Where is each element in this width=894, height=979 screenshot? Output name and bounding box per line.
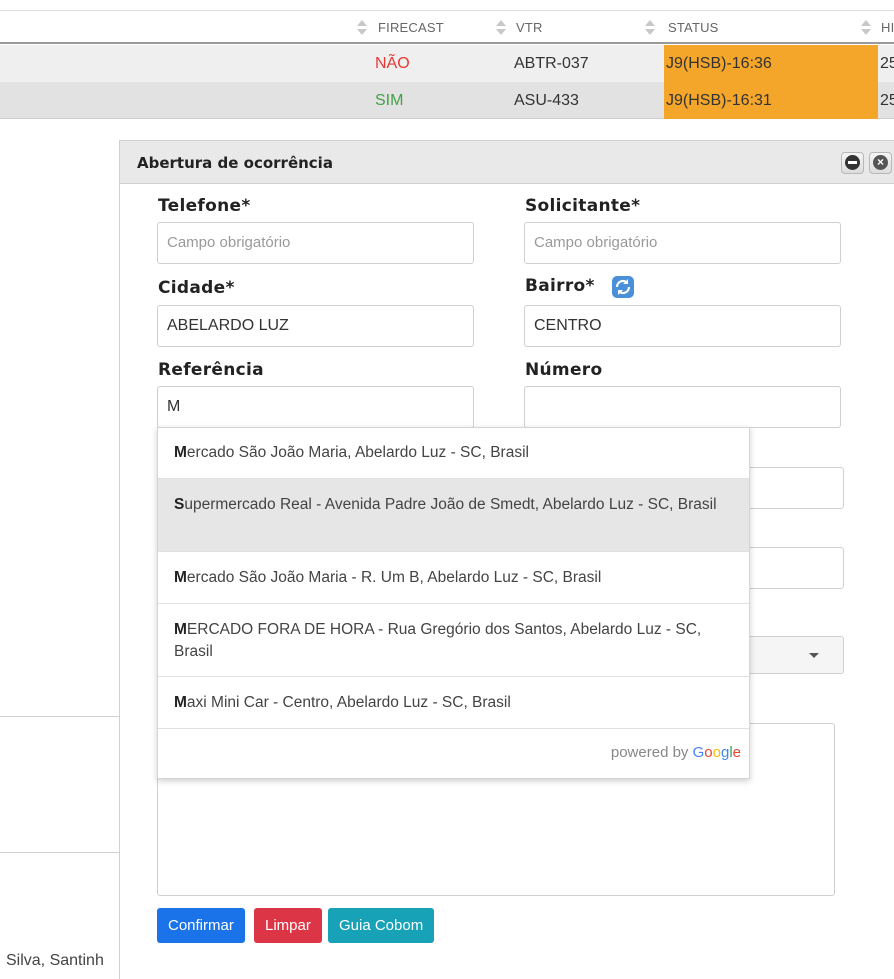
hi-cell: 25 [880,55,894,72]
vtr-cell: ABTR-037 [514,55,589,72]
telefone-input[interactable]: Campo obrigatório [157,222,474,264]
background-panel-divider [0,852,120,853]
status-text: J9(HSB)-16:36 [666,55,772,72]
autocomplete-item[interactable]: Supermercado Real - Avenida Padre João d… [158,479,749,552]
sort-vtr-icon[interactable] [496,18,506,38]
status-cell: J9(HSB)-16:36 [664,45,878,82]
firecast-cell: SIM [375,92,404,109]
numero-input[interactable] [524,386,841,428]
referencia-input[interactable]: M [157,386,474,428]
solicitante-input[interactable]: Campo obrigatório [524,222,841,264]
status-cell: J9(HSB)-16:31 [664,82,878,119]
cidade-label: Cidade* [158,278,235,298]
limpar-button[interactable]: Limpar [254,908,322,943]
autocomplete-item[interactable]: MERCADO FORA DE HORA - Rua Gregório dos … [158,604,749,677]
table-row[interactable]: NÃO ABTR-037 J9(HSB)-16:36 25 [0,45,894,82]
close-icon: × [873,155,888,170]
numero-label: Número [525,360,603,380]
sort-status-icon[interactable] [645,18,655,38]
google-logo: Google [692,744,741,761]
powered-by-google: powered by Google [610,744,741,761]
confirmar-button[interactable]: Confirmar [157,908,245,943]
autocomplete-item[interactable]: Mercado São João Maria, Abelardo Luz - S… [158,428,749,479]
column-header-status[interactable]: STATUS [668,12,719,44]
guia-cobom-button[interactable]: Guia Cobom [328,908,435,943]
solicitante-label: Solicitante* [525,196,641,216]
autocomplete-item[interactable]: Mercado São João Maria - R. Um B, Abelar… [158,552,749,604]
chevron-down-icon [809,653,819,658]
background-list-text: Silva, Santinh [6,952,104,969]
sort-hi-icon[interactable] [861,18,871,38]
dialog-header[interactable]: Abertura de ocorrência × [120,141,894,184]
dialog-title: Abertura de ocorrência [137,154,333,172]
vtr-cell: ASU-433 [514,92,579,109]
refresh-icon[interactable] [611,275,635,299]
sort-firecast-icon[interactable] [357,18,367,38]
column-header-vtr[interactable]: VTR [516,12,543,44]
minimize-button[interactable] [841,152,864,174]
background-panel-border [0,716,120,717]
autocomplete-dropdown: Mercado São João Maria, Abelardo Luz - S… [157,427,750,779]
bairro-label: Bairro* [525,276,595,296]
firecast-cell: NÃO [375,55,410,72]
table-header: FIRECAST VTR STATUS HI [0,12,894,44]
bairro-input[interactable]: CENTRO [524,305,841,347]
column-header-firecast[interactable]: FIRECAST [378,12,444,44]
table-top-border [0,10,894,11]
referencia-label: Referência [158,360,264,380]
close-button[interactable]: × [869,152,892,174]
hi-cell: 25 [880,92,894,109]
autocomplete-item[interactable]: Maxi Mini Car - Centro, Abelardo Luz - S… [158,677,749,729]
minimize-icon [845,155,860,170]
cidade-input[interactable]: ABELARDO LUZ [157,305,474,347]
column-header-hi[interactable]: HI [881,12,894,44]
status-text: J9(HSB)-16:31 [666,92,772,109]
table-row[interactable]: SIM ASU-433 J9(HSB)-16:31 25 [0,82,894,119]
telefone-label: Telefone* [158,196,251,216]
